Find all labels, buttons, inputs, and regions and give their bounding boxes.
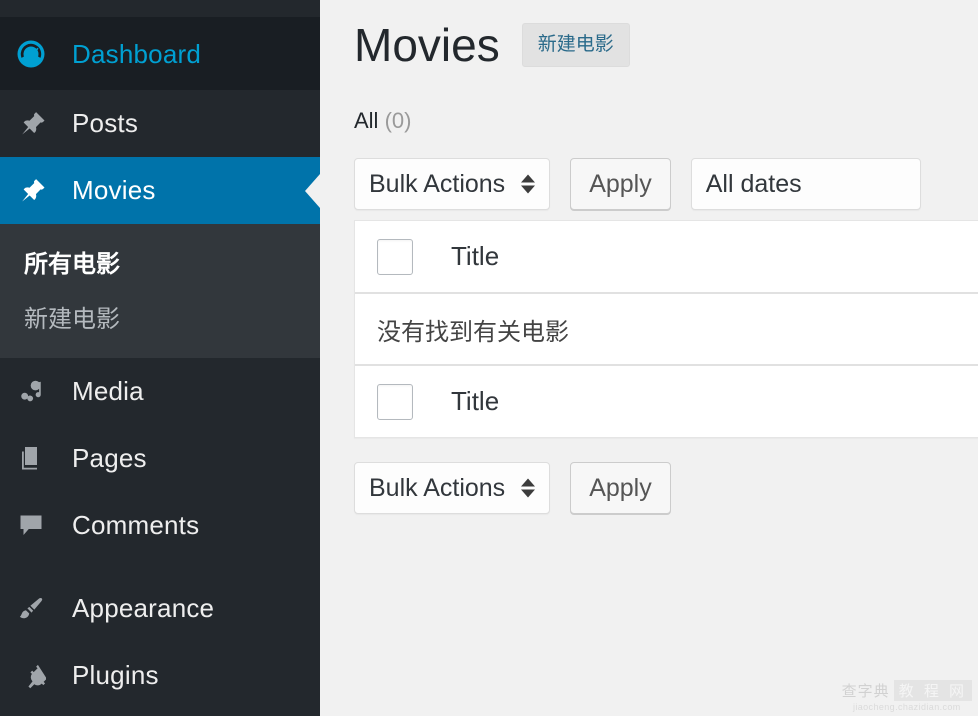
sidebar-item-comments[interactable]: Comments <box>0 492 320 559</box>
status-filter-links: All (0) <box>354 108 978 134</box>
admin-sidebar: Dashboard Posts Movies 所有电影 <box>0 0 320 716</box>
sidebar-item-appearance[interactable]: Appearance <box>0 575 320 642</box>
filter-link-all[interactable]: All <box>354 108 378 133</box>
table-footer-row: Title <box>355 365 978 437</box>
sidebar-item-dashboard[interactable]: Dashboard <box>0 18 320 90</box>
sidebar-item-movies[interactable]: Movies <box>0 157 320 224</box>
bulk-actions-select-value: Bulk Actions <box>369 474 505 503</box>
no-items-message: 没有找到有关电影 <box>377 312 569 347</box>
add-new-movie-button[interactable]: 新建电影 <box>522 23 630 68</box>
all-dates-select-value: All dates <box>706 170 802 199</box>
watermark-row: 查字典 教 程 网 <box>842 680 972 701</box>
main-content: Movies 新建电影 All (0) Bulk Actions Apply A… <box>320 0 978 716</box>
pushpin-icon <box>16 109 62 139</box>
comment-bubble-icon <box>16 511 62 541</box>
sidebar-item-posts[interactable]: Posts <box>0 90 320 157</box>
table-header-row: Title <box>355 221 978 293</box>
select-all-checkbox-bottom[interactable] <box>377 384 413 420</box>
watermark-url: jiaocheng.chazidian.com <box>842 702 972 712</box>
sidebar-item-label: Appearance <box>62 593 214 624</box>
select-all-checkbox-top[interactable] <box>377 239 413 275</box>
movies-list-table: Title 没有找到有关电影 Title <box>354 220 978 438</box>
active-menu-chevron-icon <box>305 174 320 208</box>
table-empty-row: 没有找到有关电影 <box>355 293 978 365</box>
select-spinner-arrows-icon <box>521 175 535 194</box>
sidebar-item-label: Comments <box>62 510 199 541</box>
bulk-actions-select-top[interactable]: Bulk Actions <box>354 158 550 210</box>
bulk-actions-select-value: Bulk Actions <box>369 170 505 199</box>
sidebar-item-media[interactable]: Media <box>0 358 320 425</box>
sidebar-item-label: Plugins <box>62 660 159 691</box>
all-dates-select[interactable]: All dates <box>691 158 921 210</box>
sidebar-item-label: Movies <box>62 175 156 206</box>
site-watermark: 查字典 教 程 网 jiaocheng.chazidian.com <box>842 680 972 712</box>
page-header: Movies 新建电影 <box>354 22 978 68</box>
sidebar-item-plugins[interactable]: Plugins <box>0 642 320 709</box>
sidebar-item-pages[interactable]: Pages <box>0 425 320 492</box>
select-spinner-arrows-icon <box>521 479 535 498</box>
column-footer-title[interactable]: Title <box>451 386 499 417</box>
column-header-title[interactable]: Title <box>451 241 499 272</box>
pages-icon <box>16 444 62 474</box>
watermark-text-right: 教 程 网 <box>894 680 972 701</box>
sidebar-item-label: Dashboard <box>62 39 201 70</box>
tablenav-bottom: Bulk Actions Apply <box>354 462 978 514</box>
plug-icon <box>16 661 62 691</box>
tablenav-top: Bulk Actions Apply All dates <box>354 158 978 210</box>
sidebar-submenu-item-all-movies[interactable]: 所有电影 <box>0 234 320 289</box>
sidebar-item-label: Posts <box>62 108 138 139</box>
wordpress-admin-screen: Dashboard Posts Movies 所有电影 <box>0 0 978 716</box>
sidebar-item-label: Media <box>62 376 144 407</box>
filter-count-all: (0) <box>385 108 412 133</box>
sidebar-separator <box>0 559 320 575</box>
pushpin-icon <box>16 176 62 206</box>
apply-button-top[interactable]: Apply <box>570 158 671 210</box>
watermark-text-left: 查字典 <box>842 680 890 701</box>
dashboard-gauge-icon <box>16 39 62 69</box>
bulk-actions-select-bottom[interactable]: Bulk Actions <box>354 462 550 514</box>
submenu-item-label: 新建电影 <box>24 306 120 333</box>
sidebar-submenu-movies: 所有电影 新建电影 <box>0 224 320 358</box>
media-icon <box>16 377 62 407</box>
admin-bar-strip <box>0 0 320 18</box>
apply-button-bottom[interactable]: Apply <box>570 462 671 514</box>
sidebar-item-label: Pages <box>62 443 147 474</box>
sidebar-submenu-item-add-new-movie[interactable]: 新建电影 <box>0 289 320 344</box>
paintbrush-icon <box>16 594 62 624</box>
submenu-item-label: 所有电影 <box>24 251 120 278</box>
page-title: Movies <box>354 22 500 68</box>
